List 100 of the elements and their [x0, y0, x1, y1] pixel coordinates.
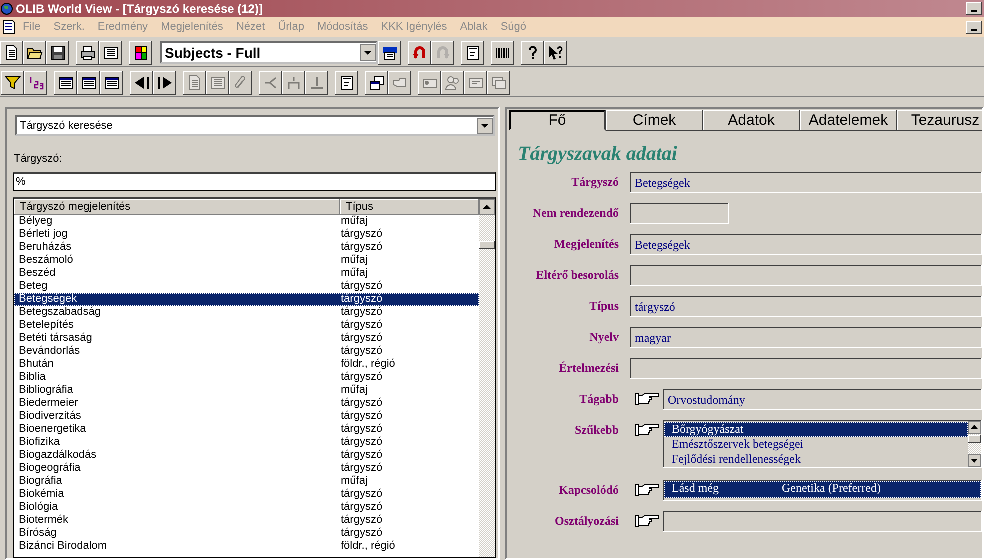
toolbar-button[interactable] [130, 70, 153, 94]
toolbar-button[interactable] [491, 40, 514, 64]
list-item[interactable]: Bőrgyógyászat [664, 422, 968, 437]
toolbar-button[interactable] [24, 70, 47, 94]
form-view-icon [104, 74, 120, 90]
list-item[interactable]: Fejlődési rendellenességek [664, 452, 968, 467]
undo-arrow-icon [412, 44, 428, 60]
toolbar-button[interactable] [378, 40, 401, 64]
list-row[interactable]: Bérleti jog tárgyszó [14, 228, 479, 241]
minimize-button[interactable] [966, 2, 982, 15]
toolbar-button[interactable] [23, 40, 46, 64]
field-label: Osztályozási [554, 513, 619, 529]
field-label: Nem rendezendő [532, 205, 619, 221]
list-row[interactable]: Betelepítés tárgyszó [14, 319, 479, 332]
list-row[interactable]: Biográfia műfaj [14, 475, 479, 488]
tab[interactable]: Adatok [703, 110, 800, 131]
branch-icon [262, 74, 278, 90]
list-row[interactable]: Betegszabadság tárgyszó [14, 306, 479, 319]
list-row[interactable]: Biofizika tárgyszó [14, 436, 479, 449]
text-field[interactable]: Betegségek [630, 234, 982, 255]
text-field[interactable] [663, 511, 982, 532]
toolbar-button[interactable] [99, 40, 122, 64]
view-selector[interactable]: Subjects - Full [160, 41, 378, 64]
list-row[interactable]: Bélyeg műfaj [14, 215, 479, 228]
toolbar-button[interactable] [77, 70, 100, 94]
toolbar-button[interactable] [461, 40, 484, 64]
toolbar-button[interactable] [100, 70, 123, 94]
toolbar-button[interactable] [408, 40, 431, 64]
scrollbar[interactable] [479, 199, 495, 557]
toolbar-button[interactable] [76, 40, 99, 64]
field-label: Tágabb [578, 391, 619, 407]
list-row[interactable]: Biblia tárgyszó [14, 371, 479, 384]
list-item[interactable]: Emésztőszervek betegségei [664, 437, 968, 452]
toolbar-button[interactable] [153, 70, 176, 94]
scrollbar[interactable] [968, 421, 981, 467]
pointing-hand-icon[interactable] [634, 513, 660, 529]
tab[interactable]: Fő [509, 110, 606, 131]
toolbar-button[interactable] [544, 40, 567, 64]
text-field[interactable]: Betegségek [630, 172, 982, 193]
toolbar-button[interactable] [365, 70, 388, 94]
column-header[interactable]: Tárgyszó megjelenítés [14, 199, 340, 215]
list-row[interactable]: Biogeográfia tárgyszó [14, 462, 479, 475]
list-row[interactable]: Bibliográfia műfaj [14, 384, 479, 397]
toolbar-button[interactable] [335, 70, 358, 94]
scroll-thumb[interactable] [479, 241, 495, 249]
text-field[interactable]: tárgyszó [630, 296, 982, 317]
text-field[interactable]: magyar [630, 327, 982, 348]
list-row[interactable]: Bevándorlás tárgyszó [14, 345, 479, 358]
context-help-icon [548, 44, 564, 60]
list-row[interactable]: Beruházás tárgyszó [14, 241, 479, 254]
tab[interactable]: Tezaurusz [897, 110, 982, 131]
text-field[interactable] [630, 203, 729, 224]
list-row[interactable]: Biológia tárgyszó [14, 501, 479, 514]
globe-icon [1, 2, 13, 16]
list-row[interactable]: Bizánci Birodalom földr., régió [14, 540, 479, 553]
scroll-thumb[interactable] [968, 435, 981, 443]
column-header[interactable]: Típus [340, 199, 479, 215]
list-row[interactable]: Beszéd műfaj [14, 267, 479, 280]
list-row[interactable]: Biokémia tárgyszó [14, 488, 479, 501]
list-row[interactable]: Biogazdálkodás tárgyszó [14, 449, 479, 462]
tab[interactable]: Adatelemek [800, 110, 897, 131]
toolbar-button[interactable] [46, 40, 69, 64]
toolbar-button[interactable] [0, 40, 23, 64]
toolbar-button[interactable] [129, 40, 152, 64]
scroll-up-icon[interactable] [968, 421, 981, 434]
list-row[interactable]: Biotermék tárgyszó [14, 514, 479, 527]
windows-icon [368, 74, 384, 90]
text-field[interactable] [630, 358, 982, 379]
redo-arrow-icon [434, 44, 450, 60]
toolbar-button[interactable] [1, 70, 24, 94]
text-field[interactable] [630, 265, 982, 286]
pointing-hand-icon[interactable] [634, 482, 660, 498]
toolbar-button[interactable] [521, 40, 544, 64]
list-row[interactable]: Biedermeier tárgyszó [14, 397, 479, 410]
cards-icon [490, 74, 506, 90]
list-row[interactable]: Bioenergetika tárgyszó [14, 423, 479, 436]
tab[interactable]: Címek [606, 110, 703, 131]
search-type-dropdown[interactable]: Tárgyszó keresése [15, 115, 495, 136]
list-row[interactable]: Bíróság tárgyszó [14, 527, 479, 540]
list-view-icon [58, 74, 74, 90]
list-row[interactable]: Bhután földr., régió [14, 358, 479, 371]
toolbar-button[interactable] [54, 70, 77, 94]
search-field[interactable]: % [13, 172, 496, 191]
minimize-button[interactable] [966, 20, 982, 34]
scroll-up-icon[interactable] [479, 199, 495, 215]
list-row[interactable]: Betegségek tárgyszó [14, 293, 479, 306]
list-row[interactable]: Betéti társaság tárgyszó [14, 332, 479, 345]
list-row[interactable]: Beteg tárgyszó [14, 280, 479, 293]
pointing-hand-icon[interactable] [634, 422, 660, 438]
field-label: Típus [588, 298, 619, 314]
left-arrow-icon [134, 74, 150, 90]
pointing-hand-icon[interactable] [634, 391, 660, 407]
list-row[interactable]: Biodiverzitás tárgyszó [14, 410, 479, 423]
text-field[interactable]: Orvostudomány [663, 389, 982, 410]
color-grid-icon [132, 44, 148, 60]
list-item[interactable]: Lásd még Genetika (Preferred) [664, 481, 981, 498]
list-row[interactable]: Beszámoló műfaj [14, 254, 479, 267]
printer-icon [80, 44, 96, 60]
scroll-down-icon[interactable] [968, 454, 981, 467]
form-heading: Tárgyszavak adatai [518, 143, 678, 166]
